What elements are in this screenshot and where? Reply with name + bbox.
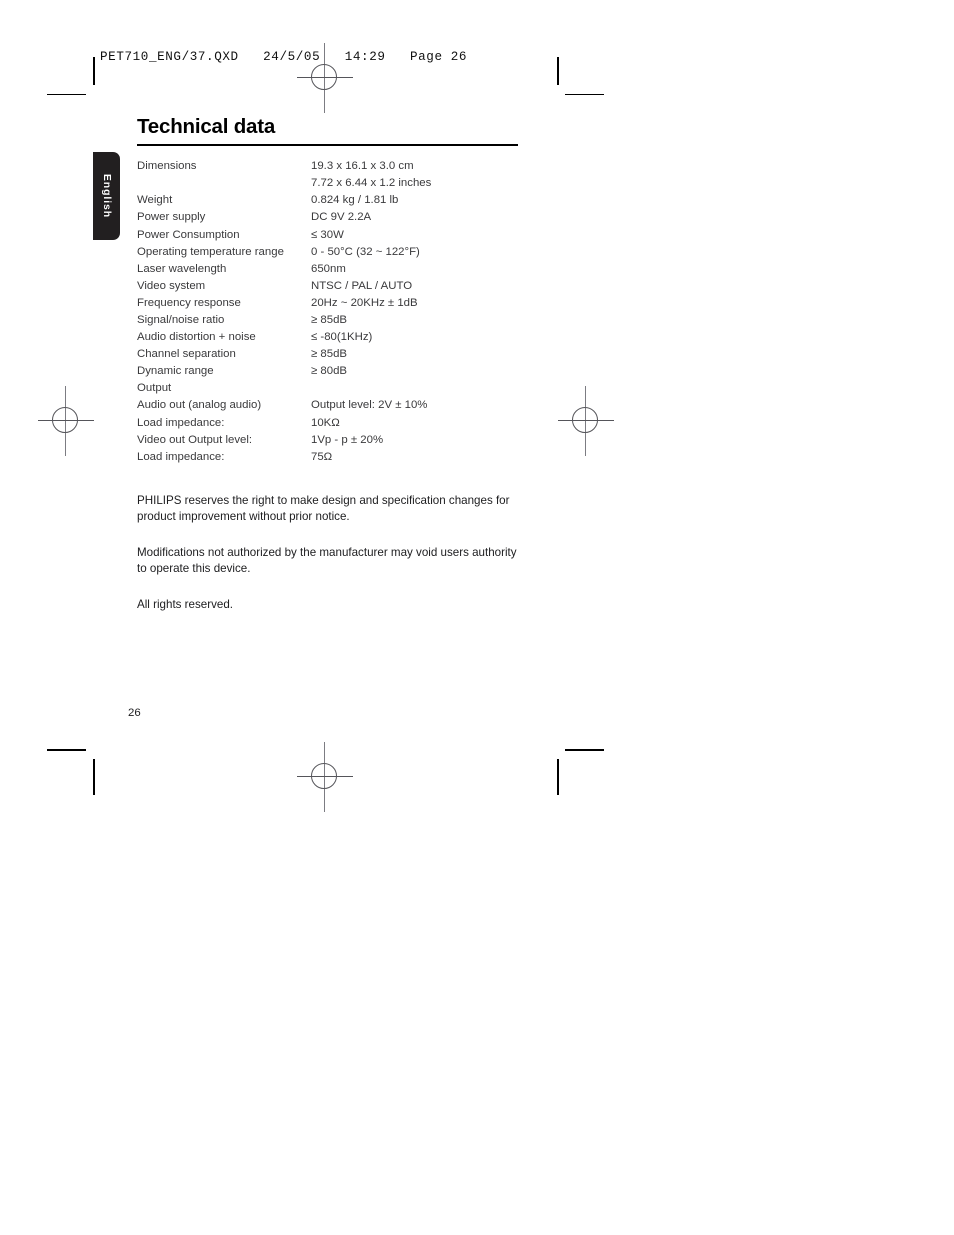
spec-label: Laser wavelength: [137, 262, 227, 275]
spec-label: Output: [137, 382, 172, 395]
registration-mark-left: [38, 386, 94, 456]
page-title: Technical data: [137, 115, 276, 138]
spec-label: Power Consumption: [137, 228, 240, 241]
crop-mark-top-right-vertical: [557, 57, 559, 85]
specifications-table: Dimensions 19.3 x 16.1 x 3.0 cm 7.72 x 6.4…: [137, 159, 531, 467]
spec-value: DC 9V 2.2A: [311, 211, 372, 224]
content-column: Technical data Dimensions 19.3 x 16.1 x 3…: [137, 115, 537, 624]
spec-label: Video out Output level:: [137, 433, 253, 446]
spec-label: Weight: [137, 194, 173, 207]
crop-mark-bottom-right-horizontal: [565, 749, 604, 751]
document-page: PET710_ENG/37.QXD 24/5/05 14:29 Page 26 …: [0, 0, 954, 1235]
spec-row: Laser wavelength 650nm: [137, 262, 531, 279]
language-tab-label: English: [100, 173, 113, 219]
crop-mark-top-left-horizontal: [47, 93, 86, 96]
page-number: 26: [128, 707, 141, 719]
spec-value: ≥ 85dB: [311, 313, 348, 326]
spec-row: Load impedance: 10KΩ: [137, 416, 531, 433]
spec-row: Output: [137, 381, 531, 398]
crop-mark-bottom-left-horizontal: [47, 749, 86, 751]
spec-row: Load impedance: 75Ω: [137, 450, 531, 467]
spec-label: Power supply: [137, 211, 206, 224]
spec-row: Power supply DC 9V 2.2A: [137, 210, 531, 227]
spec-label: Video system: [137, 279, 206, 292]
spec-label: Dimensions: [137, 160, 197, 173]
file-header-stamp: PET710_ENG/37.QXD 24/5/05 14:29 Page 26: [100, 50, 468, 64]
note-modifications-warning: Modifications not authorized by the manu…: [137, 545, 517, 575]
spec-value: 75Ω: [311, 450, 333, 463]
spec-row: Channel separation ≥ 85dB: [137, 347, 531, 364]
spec-value: [311, 381, 531, 398]
crop-mark-bottom-left-vertical: [93, 759, 95, 795]
spec-label: Operating temperature range: [137, 245, 284, 258]
spec-value: 7.72 x 6.44 x 1.2 inches: [311, 177, 432, 190]
spec-label: Load impedance:: [137, 450, 225, 463]
spec-row: Video system NTSC / PAL / AUTO: [137, 279, 531, 296]
spec-label: Channel separation: [137, 348, 236, 361]
note-philips-disclaimer: PHILIPS reserves the right to make desig…: [137, 493, 510, 523]
crop-mark-top-left-vertical: [93, 57, 95, 85]
spec-value: Output level: 2V ± 10%: [311, 399, 428, 412]
registration-mark-bottom-center: [297, 742, 353, 812]
spec-label: Frequency response: [137, 296, 241, 309]
spec-value: ≤ 30W: [311, 228, 344, 241]
spec-row: Video out Output level: 1Vp - p ± 20%: [137, 433, 531, 450]
spec-label: Signal/noise ratio: [137, 313, 225, 326]
crop-mark-top-right-horizontal: [565, 93, 604, 96]
title-divider: [137, 143, 518, 147]
crop-mark-bottom-right-vertical: [557, 759, 559, 795]
spec-row: Audio out (analog audio) Output level: 2V…: [137, 398, 531, 415]
spec-row: Audio distortion + noise ≤ -80(1KHz): [137, 330, 531, 347]
spec-row: Signal/noise ratio ≥ 85dB: [137, 313, 531, 330]
spec-value: 10KΩ: [311, 416, 340, 429]
specifications-table-body: Dimensions 19.3 x 16.1 x 3.0 cm 7.72 x 6.4…: [137, 159, 531, 467]
spec-value: ≥ 85dB: [311, 348, 348, 361]
spec-value: 0.824 kg / 1.81 lb: [311, 194, 399, 207]
spec-row: 7.72 x 6.44 x 1.2 inches: [137, 176, 531, 193]
spec-value: 1Vp - p ± 20%: [311, 433, 384, 446]
spec-row: Dynamic range ≥ 80dB: [137, 364, 531, 381]
spec-row: Frequency response 20Hz ~ 20KHz ± 1dB: [137, 296, 531, 313]
spec-value: ≤ -80(1KHz): [311, 331, 373, 344]
spec-row: Dimensions 19.3 x 16.1 x 3.0 cm: [137, 159, 531, 176]
spec-value: ≥ 80dB: [311, 365, 348, 378]
spec-value: 20Hz ~ 20KHz ± 1dB: [311, 296, 418, 309]
language-tab-english: English: [93, 152, 120, 240]
spec-label: Audio distortion + noise: [137, 331, 256, 344]
spec-value: 650nm: [311, 262, 346, 275]
spec-row: Operating temperature range 0 - 50°C (32 …: [137, 245, 531, 262]
spec-label: Audio out (analog audio): [137, 399, 262, 412]
spec-row: Power Consumption ≤ 30W: [137, 228, 531, 245]
spec-label: [137, 176, 311, 193]
spec-label: Dynamic range: [137, 365, 214, 378]
registration-mark-right: [558, 386, 614, 456]
spec-value: 0 - 50°C (32 ~ 122°F): [311, 245, 420, 258]
spec-row: Weight 0.824 kg / 1.81 lb: [137, 193, 531, 210]
spec-value: NTSC / PAL / AUTO: [311, 279, 413, 292]
spec-label: Load impedance:: [137, 416, 225, 429]
note-rights-reserved: All rights reserved.: [137, 597, 234, 611]
spec-value: 19.3 x 16.1 x 3.0 cm: [311, 160, 414, 173]
